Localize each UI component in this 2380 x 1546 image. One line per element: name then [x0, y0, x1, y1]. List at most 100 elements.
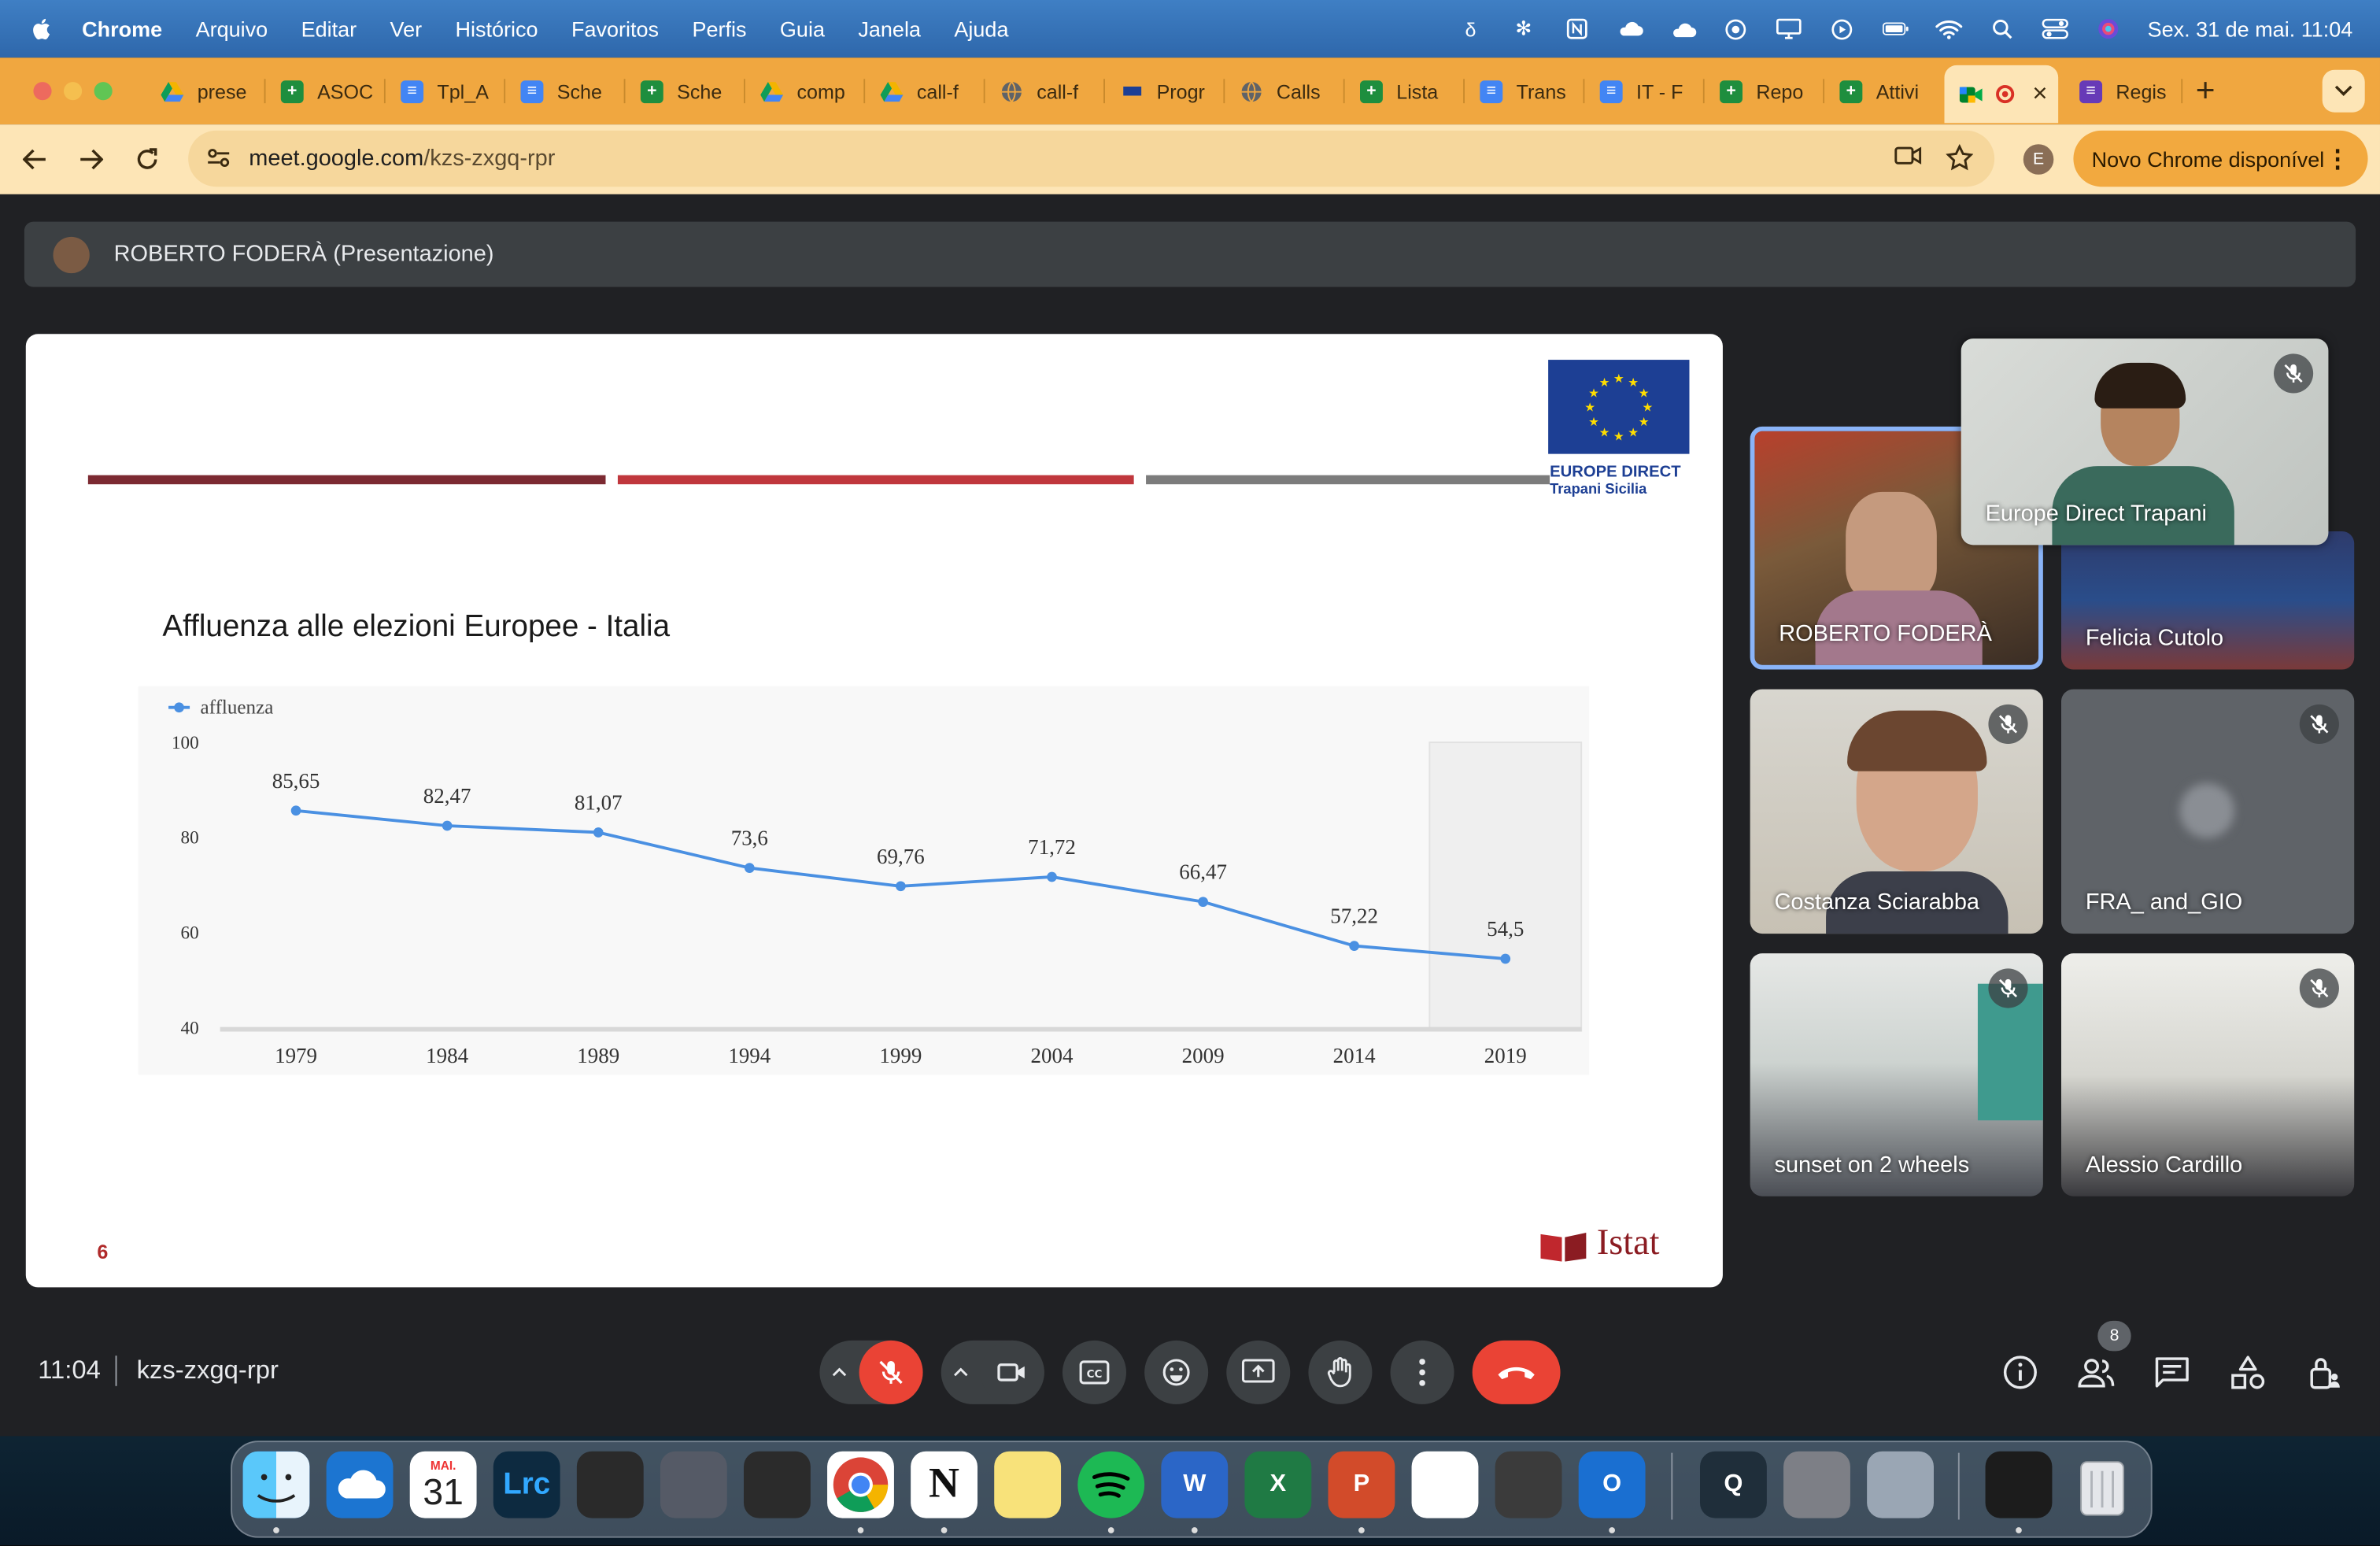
host-controls-button[interactable] — [2304, 1352, 2344, 1392]
captions-button[interactable]: CC — [1062, 1340, 1126, 1404]
tab-meet-active[interactable]: × — [1944, 65, 2059, 124]
meeting-details-button[interactable] — [2001, 1352, 2040, 1392]
audio-options-button[interactable] — [822, 1341, 856, 1404]
meeting-code[interactable]: kzs-zxgq-rpr — [137, 1356, 279, 1386]
people-button[interactable] — [2076, 1352, 2116, 1392]
compressor-icon[interactable] — [660, 1451, 727, 1518]
minimize-window-button[interactable] — [63, 82, 83, 101]
tab-forms[interactable]: ≡ Regis — [2064, 65, 2183, 117]
profile-avatar[interactable]: E — [2023, 144, 2054, 175]
cloud-icon[interactable] — [1617, 18, 1644, 39]
tab-4[interactable]: + Sche — [626, 65, 745, 117]
tab-9[interactable]: Calls — [1225, 65, 1345, 117]
tab-3[interactable]: ≡ Sche — [505, 65, 626, 117]
video-options-button[interactable] — [944, 1341, 978, 1404]
menu-perfis[interactable]: Perfis — [692, 17, 746, 41]
excel-icon[interactable]: X — [1244, 1451, 1312, 1518]
participant-tile[interactable]: Felicia Cutolo — [2060, 531, 2355, 670]
menu-historico[interactable]: Histórico — [456, 17, 538, 41]
word-icon[interactable]: W — [1161, 1451, 1229, 1518]
menu-editar[interactable]: Editar — [301, 17, 357, 41]
display-icon[interactable] — [1776, 18, 1803, 39]
reactions-button[interactable] — [1144, 1340, 1209, 1404]
site-info-icon[interactable] — [206, 146, 231, 171]
final-cut-icon[interactable] — [576, 1451, 644, 1518]
battery-icon[interactable] — [1882, 18, 1909, 39]
tab-11[interactable]: ≡ Trans — [1465, 65, 1585, 117]
settings-icon[interactable] — [1783, 1451, 1850, 1518]
wifi-icon[interactable] — [1935, 18, 1963, 39]
lightroom-icon[interactable]: Lrc — [493, 1451, 560, 1518]
leave-call-button[interactable] — [1472, 1340, 1561, 1404]
menu-janela[interactable]: Janela — [858, 17, 921, 41]
url-text[interactable]: meet.google.com/kzs-zxgq-rpr — [249, 146, 555, 172]
zoom-window-button[interactable] — [94, 82, 113, 101]
menubar-datetime[interactable]: Sex. 31 de mai. 11:04 — [2148, 17, 2353, 41]
camera-toggle-button[interactable] — [980, 1340, 1044, 1404]
tab-2[interactable]: ≡ Tpl_A — [386, 65, 506, 117]
chat-button[interactable] — [2153, 1352, 2192, 1392]
quicktime-icon[interactable]: Q — [1699, 1451, 1767, 1518]
snowflake-icon[interactable]: ✻ — [1510, 17, 1538, 39]
activities-button[interactable] — [2228, 1352, 2267, 1392]
forward-button[interactable] — [72, 139, 111, 179]
cloud-filled-icon[interactable] — [1669, 18, 1697, 39]
tab-7[interactable]: call-f — [985, 65, 1105, 117]
finder-icon[interactable] — [242, 1451, 310, 1518]
play-circle-icon[interactable] — [1829, 18, 1857, 39]
reload-button[interactable] — [128, 139, 167, 179]
spotlight-search-icon[interactable] — [1988, 18, 2016, 39]
participant-tile-pinned[interactable]: Europe Direct Trapani — [1961, 338, 2329, 546]
tab-14[interactable]: + Attivi — [1824, 65, 1944, 117]
participant-tile[interactable]: Costanza Sciarabba — [1750, 689, 2043, 934]
calculator-icon[interactable] — [1495, 1451, 1562, 1518]
tab-1[interactable]: + ASOC — [265, 65, 386, 117]
update-chrome-button[interactable]: Novo Chrome disponível ⋮ — [2073, 130, 2368, 187]
participant-tile[interactable]: FRA_ and_GIO — [2060, 689, 2355, 934]
more-options-button[interactable] — [1390, 1340, 1454, 1404]
preview-icon[interactable] — [1867, 1451, 1934, 1518]
siri-icon[interactable] — [2094, 18, 2122, 39]
chrome-icon[interactable] — [827, 1451, 894, 1518]
outlook-icon[interactable]: O — [1578, 1451, 1646, 1518]
davinci-icon[interactable] — [743, 1451, 811, 1518]
tab-12[interactable]: ≡ IT - F — [1584, 65, 1705, 117]
tab-0[interactable]: prese — [146, 65, 266, 117]
spotify-icon[interactable] — [1077, 1451, 1145, 1518]
recent-window-icon[interactable] — [1985, 1451, 2053, 1518]
apple-icon[interactable] — [31, 17, 55, 41]
present-screen-button[interactable] — [1226, 1340, 1291, 1404]
notion-icon[interactable]: N — [911, 1451, 978, 1518]
bookmark-star-icon[interactable] — [1946, 143, 1974, 177]
back-button[interactable] — [15, 139, 54, 179]
address-bar[interactable]: meet.google.com/kzs-zxgq-rpr — [188, 130, 1995, 187]
menu-ver[interactable]: Ver — [390, 17, 423, 41]
menu-ajuda[interactable]: Ajuda — [954, 17, 1008, 41]
menu-arquivo[interactable]: Arquivo — [196, 17, 268, 41]
microphone-toggle-button[interactable] — [859, 1340, 923, 1404]
powerpoint-icon[interactable]: P — [1328, 1451, 1395, 1518]
tab-6[interactable]: call-f — [865, 65, 985, 117]
capcut-icon[interactable] — [1411, 1451, 1479, 1518]
camera-in-use-icon[interactable] — [1894, 146, 1922, 172]
tab-search-button[interactable] — [2322, 69, 2365, 113]
tab-5[interactable]: comp — [745, 65, 866, 117]
notion-menu-icon[interactable] — [1563, 18, 1591, 39]
record-icon[interactable] — [1723, 18, 1750, 39]
tab-10[interactable]: + Lista — [1345, 65, 1465, 117]
close-tab-icon[interactable]: × — [2032, 79, 2047, 109]
participant-tile[interactable]: Alessio Cardillo — [2060, 953, 2355, 1196]
tab-13[interactable]: + Repo — [1705, 65, 1825, 117]
control-center-icon[interactable] — [2042, 18, 2069, 39]
menu-app-name[interactable]: Chrome — [82, 17, 162, 41]
menu-favoritos[interactable]: Favoritos — [571, 17, 659, 41]
tab-8[interactable]: Progr — [1105, 65, 1225, 117]
delta-icon[interactable]: δ — [1457, 17, 1484, 40]
close-window-button[interactable] — [33, 82, 52, 101]
trash-icon[interactable] — [2069, 1452, 2136, 1518]
raise-hand-button[interactable] — [1308, 1340, 1373, 1404]
onedrive-icon[interactable] — [326, 1451, 394, 1518]
calendar-icon[interactable]: MAI. 31 — [409, 1451, 477, 1518]
participant-tile[interactable]: sunset on 2 wheels — [1750, 953, 2043, 1196]
new-tab-button[interactable]: + — [2182, 72, 2228, 111]
